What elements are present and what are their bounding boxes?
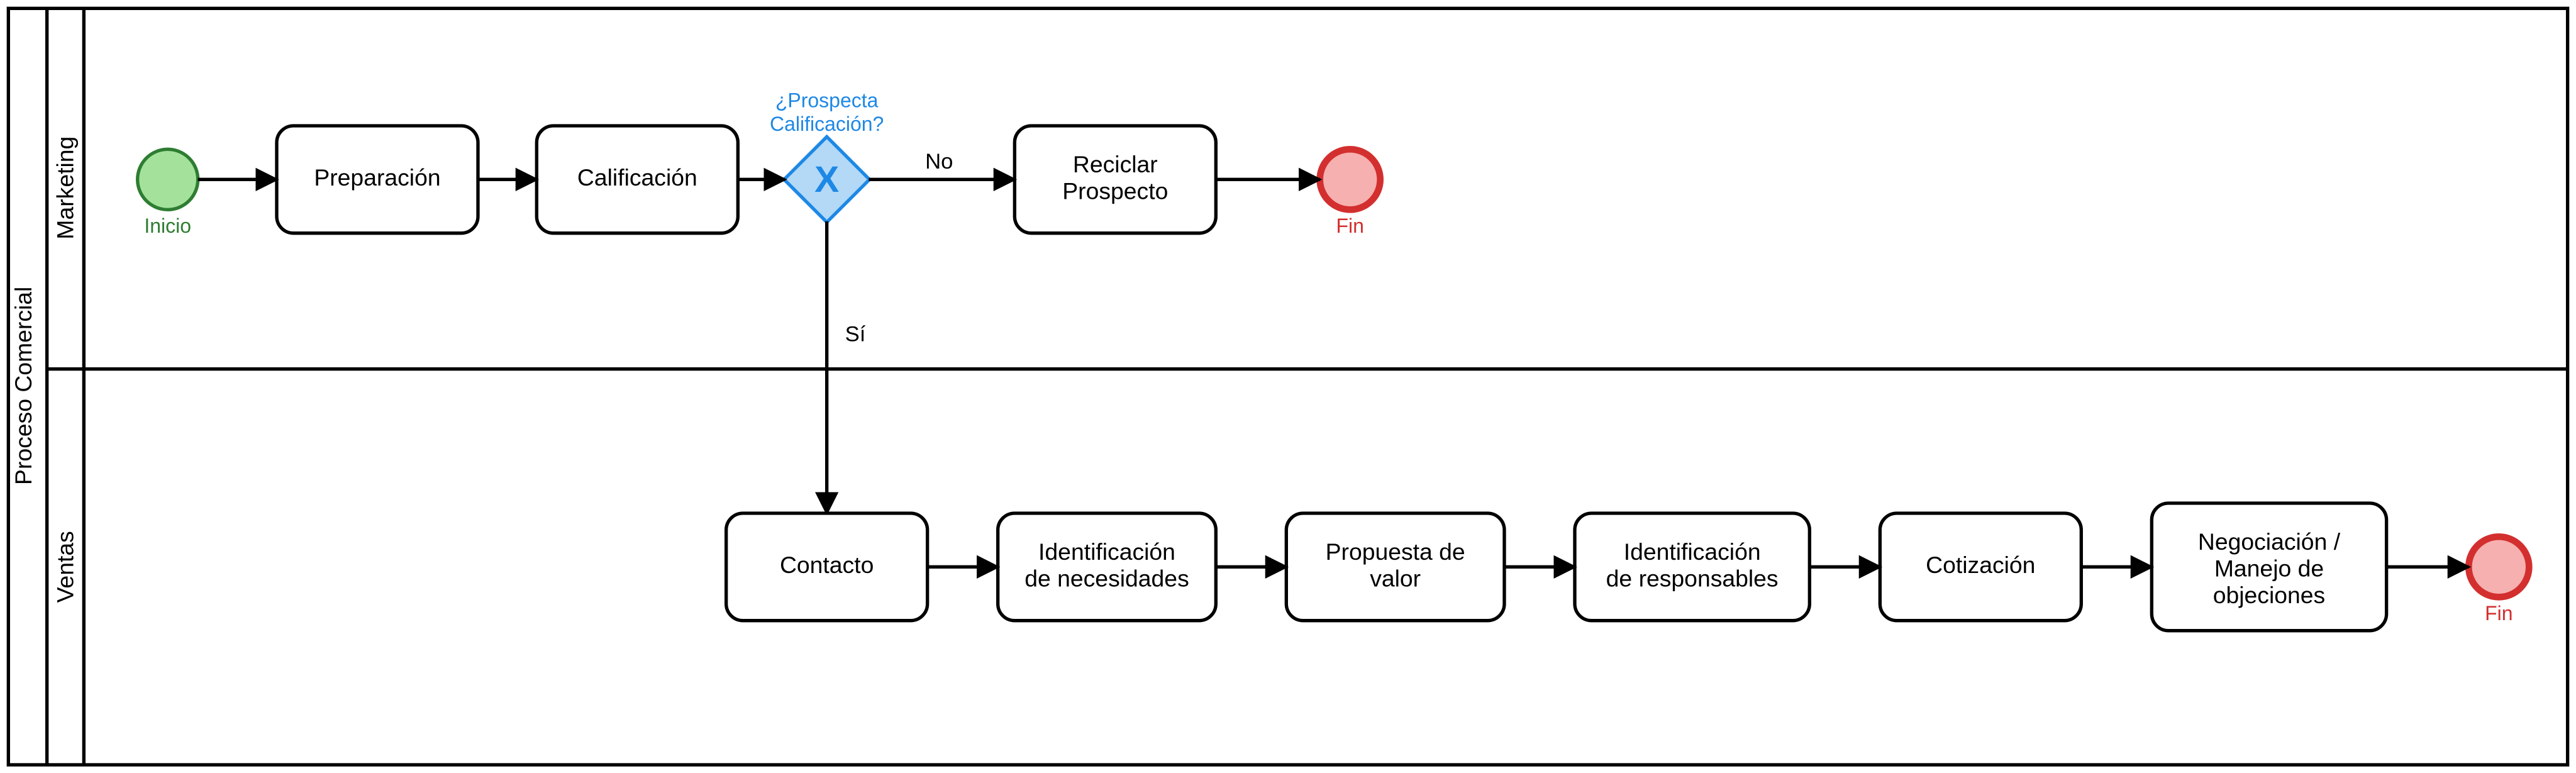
start-event [138, 149, 198, 209]
pool-title: Proceso Comercial [10, 287, 36, 485]
end-event-ventas-label: Fin [2485, 602, 2512, 625]
lane-label-ventas: Ventas [52, 531, 79, 603]
bpmn-diagram: Proceso Comercial Marketing Ventas Inici… [0, 0, 2576, 773]
task-propuesta-l2: valor [1370, 565, 1421, 592]
end-event-ventas [2468, 537, 2529, 597]
start-event-label: Inicio [144, 214, 191, 237]
task-negociacion-l1: Negociación / [2198, 528, 2341, 555]
task-ident-resp-l2: de responsables [1606, 565, 1779, 592]
task-cotizacion-label: Cotización [1926, 552, 2035, 578]
end-event-marketing [1320, 149, 1380, 209]
task-ident-nec-l2: de necesidades [1024, 565, 1189, 592]
flow-label-no: No [925, 150, 953, 174]
task-negociacion-l2: Manejo de [2214, 555, 2324, 582]
task-ident-resp-l1: Identificación [1624, 538, 1761, 565]
task-preparacion-label: Preparación [314, 164, 440, 191]
task-contacto-label: Contacto [780, 552, 874, 578]
gateway-prospecta: X ¿Prospecta Calificación? [770, 89, 884, 223]
gateway-label-line2: Calificación? [770, 113, 884, 135]
lane-label-marketing: Marketing [52, 136, 79, 240]
task-reciclar-line2: Prospecto [1062, 178, 1168, 204]
pool [8, 8, 2567, 765]
gateway-label-line1: ¿Prospecta [775, 89, 879, 112]
gateway-x-icon: X [814, 159, 839, 200]
end-event-marketing-label: Fin [1336, 214, 1363, 237]
task-propuesta-l1: Propuesta de [1326, 538, 1465, 565]
task-ident-nec-l1: Identificación [1038, 538, 1175, 565]
flow-label-si: Sí [845, 322, 866, 346]
task-calificacion-label: Calificación [577, 164, 697, 191]
task-reciclar-line1: Reciclar [1073, 151, 1158, 177]
task-negociacion-l3: objeciones [2213, 582, 2325, 608]
